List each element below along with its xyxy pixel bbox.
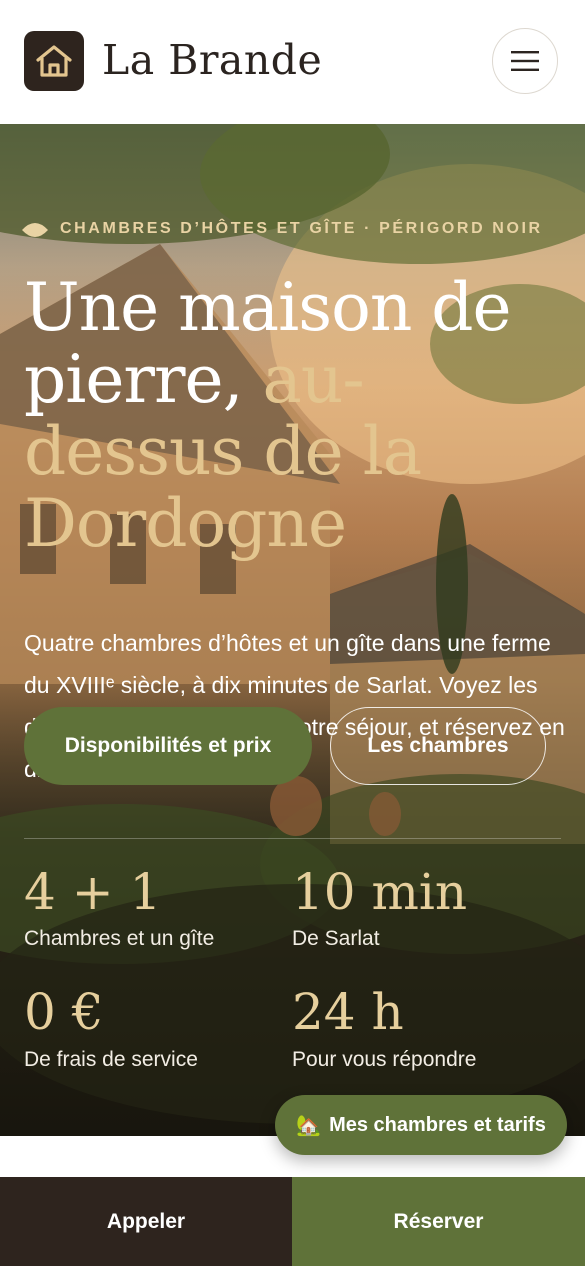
stat-value-rooms: 4 + 1 bbox=[24, 863, 162, 921]
stat-label-rooms: Chambres et un gîte bbox=[24, 927, 215, 950]
stat-value-distance: 10 min bbox=[292, 863, 468, 921]
house-garden-icon: 🏡 bbox=[296, 1114, 322, 1137]
rooms-rates-floating-button[interactable]: 🏡 Mes chambres et tarifs bbox=[275, 1095, 567, 1155]
stat-label-response: Pour vous répondre bbox=[292, 1048, 477, 1071]
hero-eyebrow: CHAMBRES D’HÔTES ET GÎTE · PÉRIGORD NOIR bbox=[60, 220, 543, 237]
stat-label-distance: De Sarlat bbox=[292, 927, 380, 950]
floating-button-label: Mes chambres et tarifs bbox=[329, 1113, 546, 1136]
stat-value-response: 24 h bbox=[292, 983, 404, 1041]
hero-section: CHAMBRES D’HÔTES ET GÎTE · PÉRIGORD NOIR… bbox=[0, 124, 585, 1136]
menu-button[interactable] bbox=[492, 28, 558, 94]
brand-name[interactable]: La Brande bbox=[102, 36, 322, 84]
logo[interactable] bbox=[24, 31, 84, 91]
stat-label-fees: De frais de service bbox=[24, 1048, 198, 1071]
leaf-icon bbox=[20, 220, 50, 245]
site-header: La Brande bbox=[0, 0, 585, 124]
call-button[interactable]: Appeler bbox=[0, 1177, 292, 1266]
bottom-action-bar: Appeler Réserver bbox=[0, 1177, 585, 1266]
hamburger-menu-icon bbox=[511, 51, 539, 71]
hero-title: Une maison de pierre, au-dessus de la Do… bbox=[24, 272, 569, 560]
stats-divider bbox=[24, 838, 561, 839]
stat-value-fees: 0 € bbox=[24, 983, 104, 1041]
house-icon bbox=[36, 45, 72, 77]
availability-button[interactable]: Disponibilités et prix bbox=[24, 707, 312, 785]
book-button[interactable]: Réserver bbox=[292, 1177, 585, 1266]
rooms-button[interactable]: Les chambres bbox=[330, 707, 546, 785]
